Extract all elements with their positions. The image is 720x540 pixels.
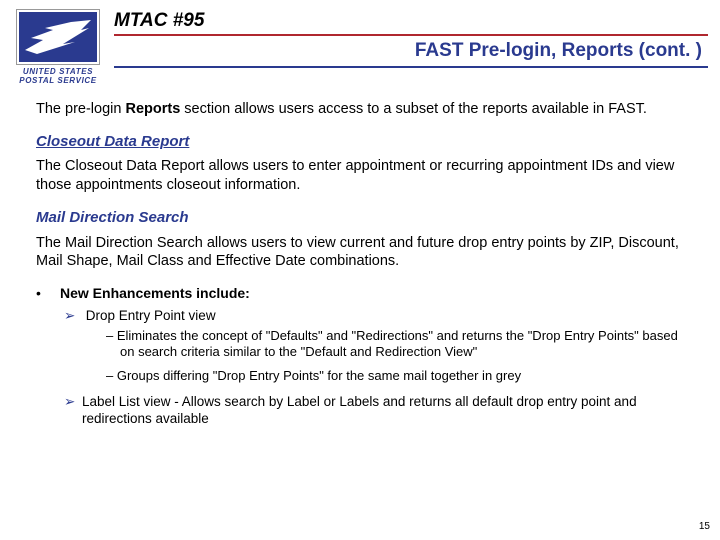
intro-bold: Reports [125,101,184,117]
section-body-closeout: The Closeout Data Report allows users to… [36,157,688,194]
page-number: 15 [699,521,710,532]
slide-id: MTAC #95 [114,10,708,32]
enh-item-1-text: Drop Entry Point view [86,308,216,323]
intro-post: section allows users access to a subset … [184,101,647,117]
divider-red [114,34,708,36]
enh-item-1: Drop Entry Point view Eliminates the con… [82,307,688,385]
slide-subtitle: FAST Pre-login, Reports (cont. ) [114,40,708,62]
eagle-icon [23,18,93,58]
slide-body: The pre-login Reports section allows use… [0,86,720,434]
intro-pre: The pre-login [36,101,125,117]
section-heading-maildir: Mail Direction Search [36,208,688,227]
usps-eagle-logo [17,10,99,64]
enh-item-2: Label List view - Allows search by Label… [82,393,688,428]
section-body-maildir: The Mail Direction Search allows users t… [36,234,688,271]
enhancements-label: New Enhancements include: [60,285,688,303]
logo-org-line2: POSTAL SERVICE [12,77,104,86]
intro-paragraph: The pre-login Reports section allows use… [36,100,688,119]
enh-item-1-sub-2: Groups differing "Drop Entry Points" for… [106,368,688,384]
enhancements-bullet: • New Enhancements include: Drop Entry P… [36,285,688,433]
section-heading-closeout: Closeout Data Report [36,132,688,151]
usps-logo-block: UNITED STATES POSTAL SERVICE [12,10,104,86]
bullet-icon: • [36,285,60,433]
divider-blue [114,66,708,68]
enh-item-1-sub-1: Eliminates the concept of "Defaults" and… [106,328,688,361]
